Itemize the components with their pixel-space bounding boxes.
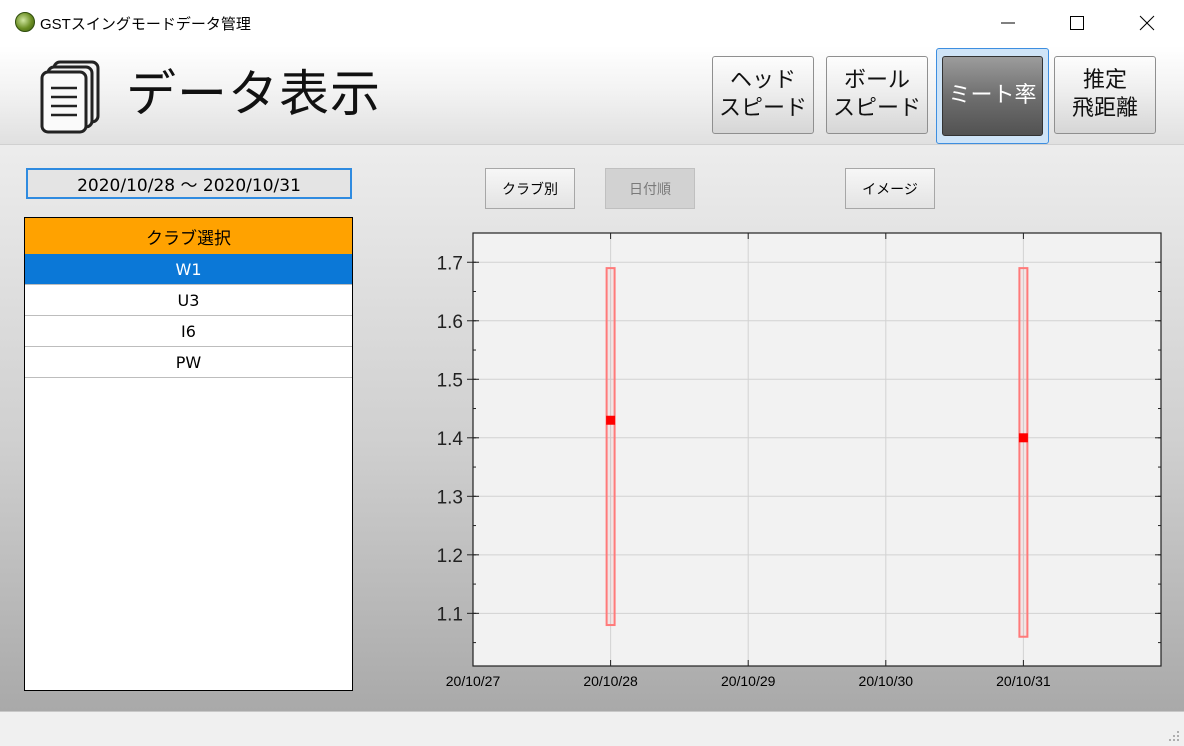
mean-point [1018, 433, 1028, 443]
title-bar: GSTスイングモードデータ管理 [0, 0, 1184, 46]
range-box [605, 267, 616, 627]
close-button[interactable] [1124, 0, 1170, 46]
y-tick-label: 1.1 [437, 604, 463, 625]
y-tick-label: 1.6 [437, 312, 463, 333]
by-date-button[interactable]: 日付順 [605, 168, 695, 209]
x-tick-label: 20/10/29 [721, 673, 776, 689]
maximize-button[interactable] [1054, 0, 1100, 46]
minimize-button[interactable] [985, 0, 1031, 46]
estimated-distance-button[interactable]: 推定 飛距離 [1054, 56, 1156, 134]
resize-grip-icon[interactable] [1168, 730, 1180, 742]
club-item-i6[interactable]: I6 [25, 316, 352, 347]
plot-area [473, 233, 1161, 666]
page-title: データ表示 [126, 65, 381, 123]
close-icon [1139, 15, 1155, 31]
minimize-icon [1001, 22, 1015, 24]
club-select-list: クラブ選択 W1 U3 I6 PW [24, 217, 353, 691]
ball-speed-button[interactable]: ボール スピード [826, 56, 928, 134]
image-button[interactable]: イメージ [845, 168, 935, 209]
y-tick-label: 1.5 [437, 370, 463, 391]
maximize-icon [1070, 16, 1084, 30]
y-tick-label: 1.3 [437, 487, 463, 508]
head-speed-button[interactable]: ヘッド スピード [712, 56, 814, 134]
window-title: GSTスイングモードデータ管理 [40, 16, 251, 33]
y-tick-label: 1.7 [437, 253, 463, 274]
club-item-u3[interactable]: U3 [25, 285, 352, 316]
x-tick-label: 20/10/31 [996, 673, 1051, 689]
meet-rate-label: ミート率 [942, 56, 1043, 136]
meet-rate-chart: 1.1 1.2 1.3 1.4 1.5 1.6 1.7 20/10/27 20/10/28 20/… [437, 232, 1162, 689]
x-tick-label: 20/10/28 [583, 673, 638, 689]
app-icon [15, 12, 35, 32]
by-club-button[interactable]: クラブ別 [485, 168, 575, 209]
y-tick-label: 1.2 [437, 546, 463, 567]
club-item-w1[interactable]: W1 [25, 254, 352, 285]
y-tick-label: 1.4 [437, 429, 464, 450]
club-item-pw[interactable]: PW [25, 347, 352, 378]
document-stack-icon [40, 60, 100, 134]
status-bar [0, 711, 1184, 746]
mean-point [606, 415, 616, 425]
club-list-header: クラブ選択 [25, 218, 352, 254]
meet-rate-button[interactable]: ミート率 [936, 48, 1049, 144]
x-tick-label: 20/10/27 [446, 673, 501, 689]
range-box [1018, 267, 1029, 638]
date-range-field[interactable]: 2020/10/28 ～ 2020/10/31 [26, 168, 352, 199]
x-tick-label: 20/10/30 [859, 673, 914, 689]
